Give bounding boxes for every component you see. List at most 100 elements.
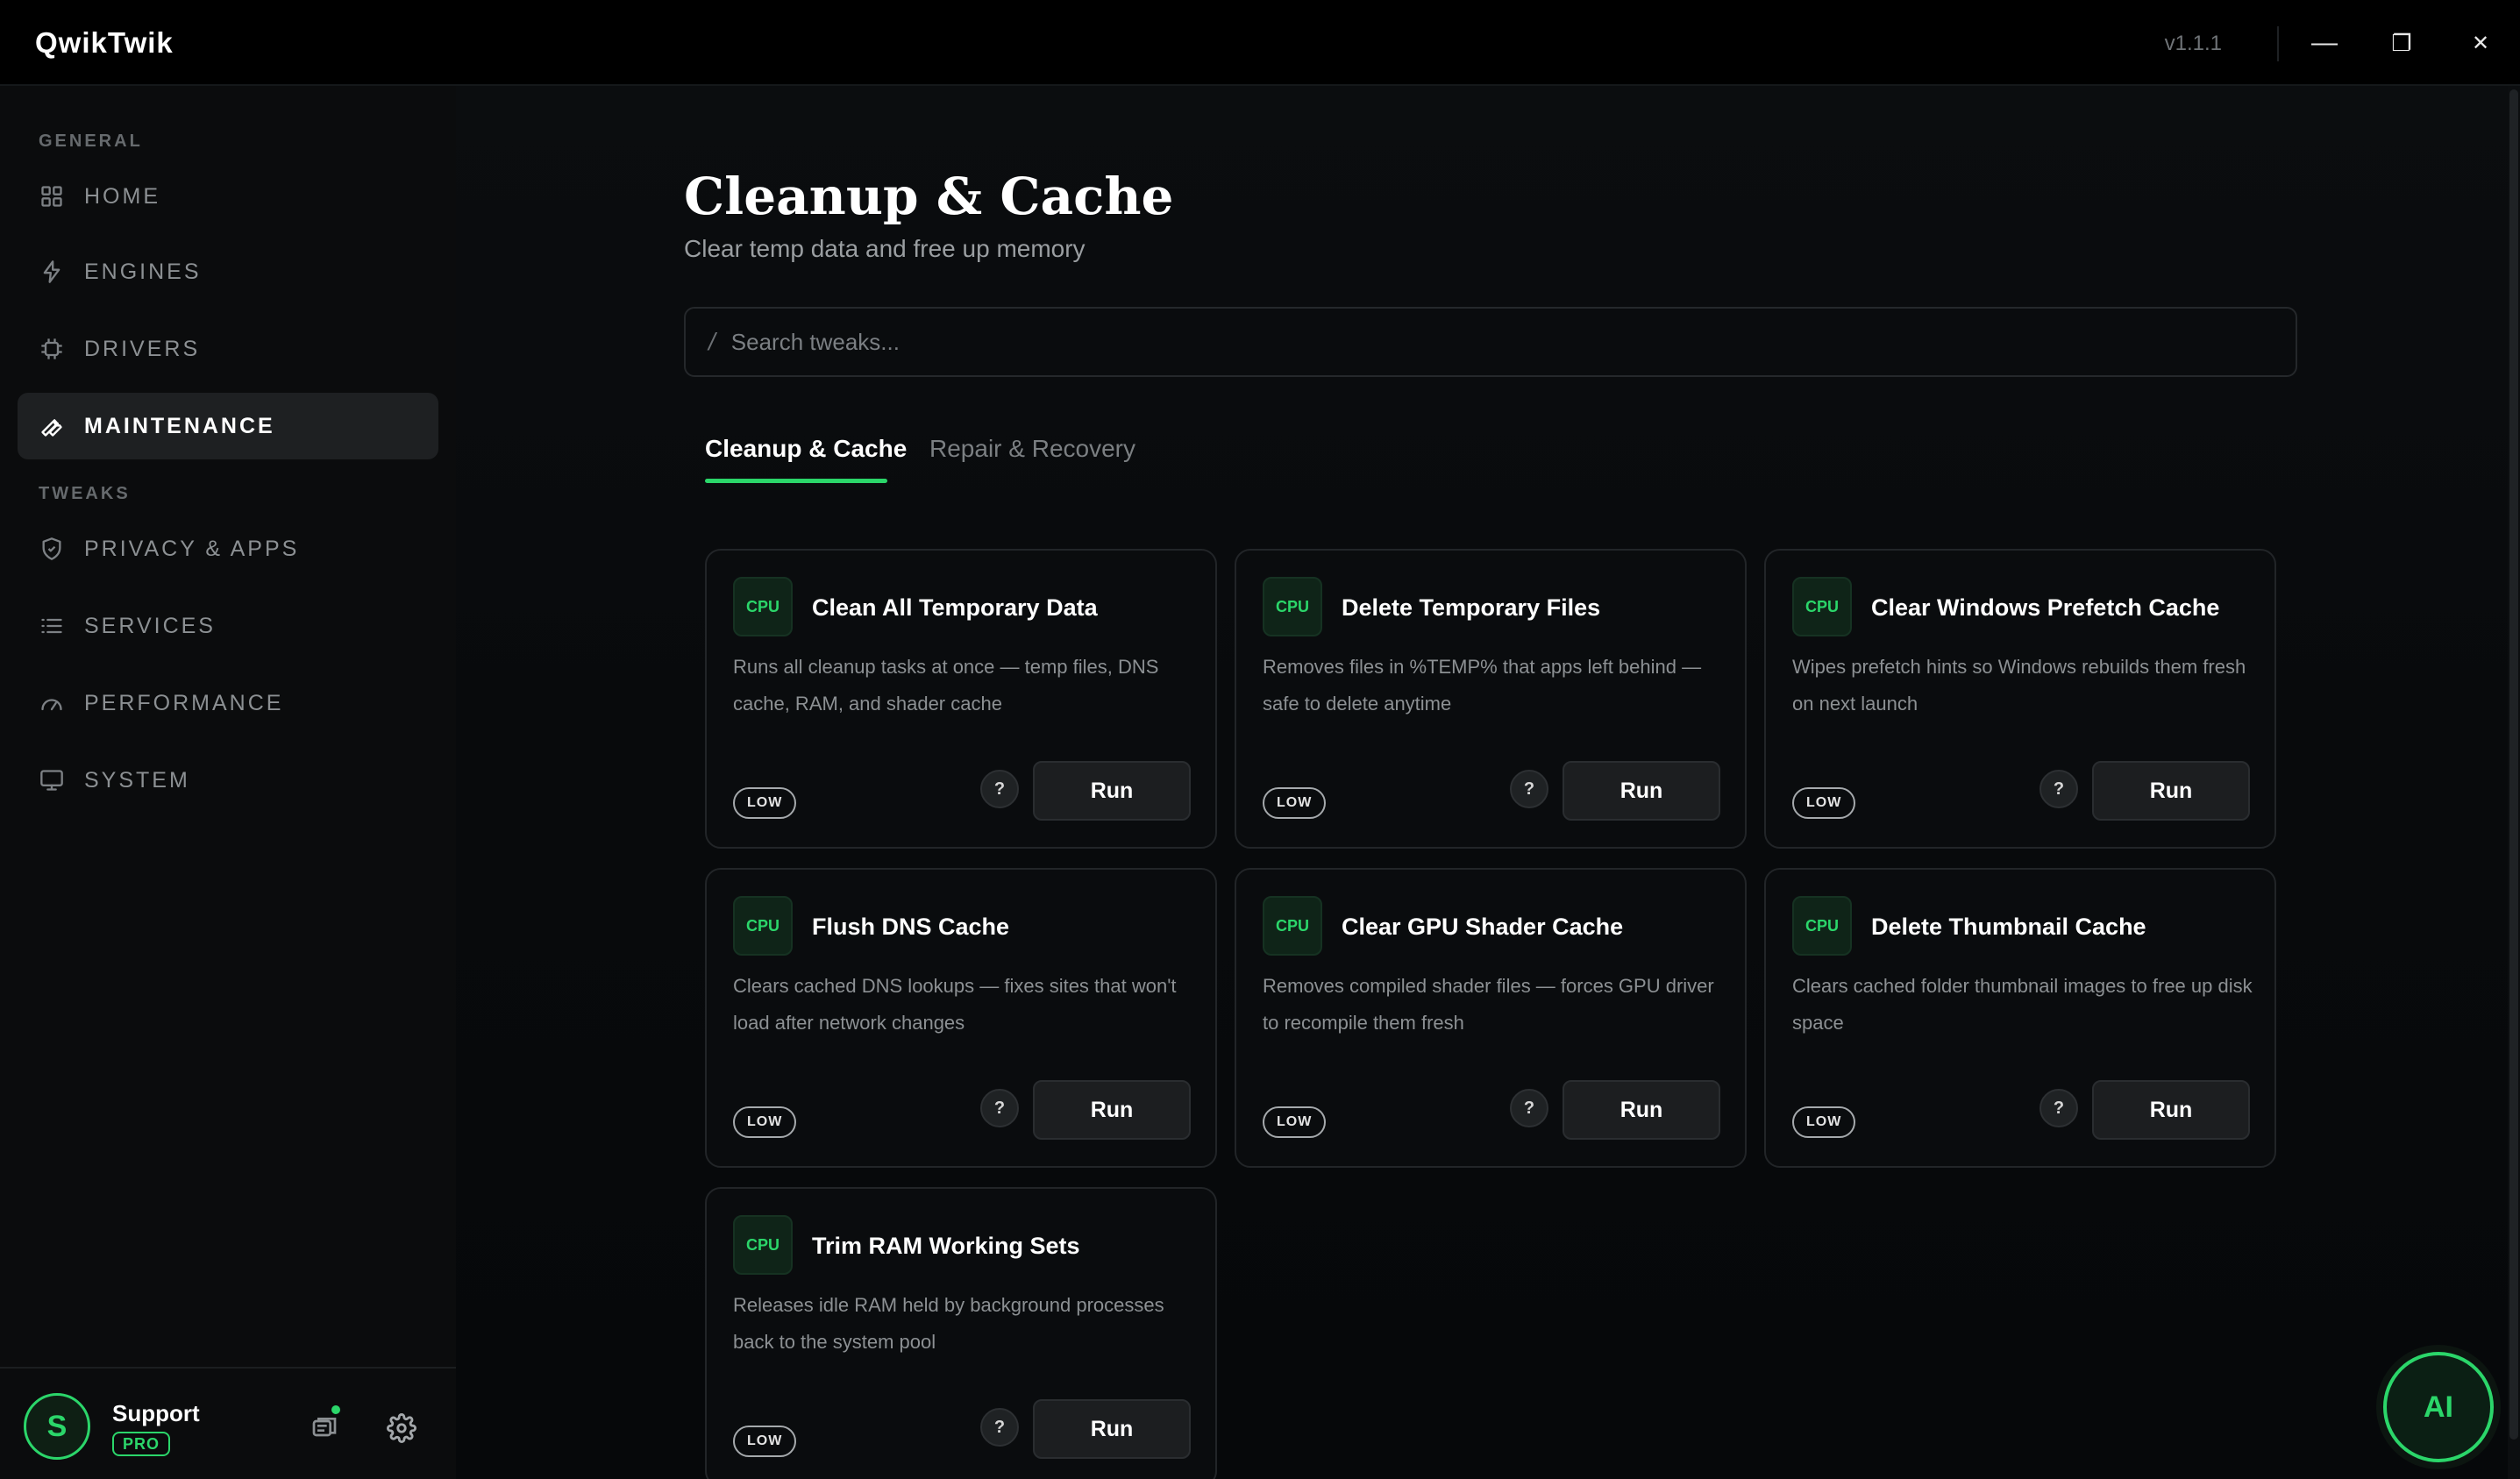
card-description: Wipes prefetch hints so Windows rebuilds…	[1792, 656, 2246, 715]
tweak-card-trim-ram-working-sets: CPU Trim RAM Working Sets Releases idle …	[705, 1187, 1217, 1479]
bolt-icon	[39, 259, 65, 285]
scrollbar-thumb[interactable]	[2509, 89, 2518, 1440]
list-icon	[39, 613, 65, 639]
run-button[interactable]: Run	[1033, 1399, 1191, 1459]
help-button[interactable]: ?	[980, 770, 1019, 808]
card-title: Trim RAM Working Sets	[812, 1233, 1080, 1259]
sidebar-item-services[interactable]: SERVICES	[18, 593, 438, 659]
run-button[interactable]: Run	[1033, 761, 1191, 821]
tweak-card-clear-gpu-shader-cache: CPU Clear GPU Shader Cache Removes compi…	[1235, 868, 1747, 1168]
card-description: Runs all cleanup tasks at once — temp fi…	[733, 656, 1159, 715]
minimize-button[interactable]: —	[2304, 23, 2345, 63]
sidebar-item-label: SYSTEM	[84, 767, 190, 793]
help-button[interactable]: ?	[1510, 770, 1548, 808]
page-subtitle: Clear temp data and free up memory	[684, 235, 1086, 262]
title-bar-divider	[2277, 26, 2279, 61]
risk-badge: LOW	[1792, 1106, 1856, 1138]
run-button[interactable]: Run	[1563, 1080, 1720, 1140]
notification-dot	[331, 1405, 340, 1414]
section-label-tweaks: TWEAKS	[39, 484, 131, 503]
cpu-badge: CPU	[1792, 577, 1852, 636]
settings-button[interactable]	[384, 1411, 419, 1446]
sidebar-item-label: ENGINES	[84, 259, 202, 284]
cpu-badge: CPU	[1263, 577, 1322, 636]
avatar[interactable]: S	[24, 1393, 90, 1460]
sidebar-item-label: DRIVERS	[84, 336, 201, 361]
plan-badge: PRO	[112, 1432, 171, 1456]
sidebar-item-performance[interactable]: PERFORMANCE	[18, 670, 438, 736]
search-shortcut-hint: /	[708, 328, 715, 355]
help-button[interactable]: ?	[1510, 1089, 1548, 1127]
cpu-badge: CPU	[733, 1215, 793, 1275]
ai-assistant-button[interactable]: AI	[2383, 1352, 2494, 1462]
tweak-card-delete-temporary-files: CPU Delete Temporary Files Removes files…	[1235, 549, 1747, 849]
tweak-card-clean-all-temporary-data: CPU Clean All Temporary Data Runs all cl…	[705, 549, 1217, 849]
shield-icon	[39, 536, 65, 562]
tweak-card-flush-dns-cache: CPU Flush DNS Cache Clears cached DNS lo…	[705, 868, 1217, 1168]
scrollbar[interactable]	[2508, 86, 2520, 1479]
search-box: /	[684, 307, 2297, 377]
sidebar-item-system[interactable]: SYSTEM	[18, 747, 438, 814]
sidebar-item-maintenance[interactable]: MAINTENANCE	[18, 393, 438, 459]
main-content: Cleanup & Cache Clear temp data and free…	[456, 86, 2520, 1479]
sidebar-item-engines[interactable]: ENGINES	[18, 238, 438, 305]
help-button[interactable]: ?	[2039, 1089, 2078, 1127]
run-button[interactable]: Run	[2092, 1080, 2250, 1140]
sidebar-footer: S Support PRO	[0, 1367, 456, 1479]
page-title: Cleanup & Cache	[684, 167, 1174, 226]
card-description: Removes files in %TEMP% that apps left b…	[1263, 656, 1702, 715]
maximize-button[interactable]: ❐	[2381, 23, 2422, 63]
sidebar-item-label: MAINTENANCE	[84, 413, 275, 438]
help-button[interactable]: ?	[980, 1408, 1019, 1447]
cpu-badge: CPU	[733, 896, 793, 956]
card-title: Delete Temporary Files	[1342, 594, 1601, 621]
grid-icon	[39, 183, 65, 210]
sidebar-item-label: PRIVACY & APPS	[84, 536, 300, 561]
search-input[interactable]	[729, 327, 2224, 357]
tab-repair-recovery[interactable]: Repair & Recovery	[929, 435, 1135, 463]
card-title: Clear Windows Prefetch Cache	[1871, 594, 2220, 621]
sidebar-item-label: HOME	[84, 183, 160, 209]
help-button[interactable]: ?	[980, 1089, 1019, 1127]
section-label-general: GENERAL	[39, 132, 143, 151]
active-tab-indicator	[705, 479, 887, 483]
notifications-button[interactable]	[307, 1405, 342, 1446]
user-name: Support	[112, 1400, 200, 1426]
card-description: Clears cached DNS lookups — fixes sites …	[733, 975, 1177, 1034]
wrench-icon	[39, 413, 65, 439]
risk-badge: LOW	[733, 1106, 797, 1138]
cpu-badge: CPU	[733, 577, 793, 636]
risk-badge: LOW	[1263, 787, 1327, 819]
cpu-badge: CPU	[1792, 896, 1852, 956]
sidebar-item-privacy-apps[interactable]: PRIVACY & APPS	[18, 516, 438, 582]
tab-cleanup-cache[interactable]: Cleanup & Cache	[705, 435, 907, 463]
sidebar-item-label: PERFORMANCE	[84, 690, 284, 715]
risk-badge: LOW	[1792, 787, 1856, 819]
sidebar-item-drivers[interactable]: DRIVERS	[18, 316, 438, 382]
chip-icon	[39, 336, 65, 362]
monitor-icon	[39, 767, 65, 793]
risk-badge: LOW	[733, 1426, 797, 1457]
card-description: Clears cached folder thumbnail images to…	[1792, 975, 2253, 1034]
tweak-card-delete-thumbnail-cache: CPU Delete Thumbnail Cache Clears cached…	[1764, 868, 2276, 1168]
gear-icon	[387, 1413, 416, 1443]
risk-badge: LOW	[1263, 1106, 1327, 1138]
app-title: QwikTwik	[35, 26, 174, 59]
help-button[interactable]: ?	[2039, 770, 2078, 808]
messages-icon	[312, 1418, 337, 1437]
close-button[interactable]: ✕	[2460, 23, 2501, 63]
run-button[interactable]: Run	[1563, 761, 1720, 821]
card-title: Flush DNS Cache	[812, 914, 1010, 940]
card-title: Clean All Temporary Data	[812, 594, 1098, 621]
tweak-card-clear-windows-prefetch-cache: CPU Clear Windows Prefetch Cache Wipes p…	[1764, 549, 2276, 849]
run-button[interactable]: Run	[1033, 1080, 1191, 1140]
gauge-icon	[39, 690, 65, 716]
title-bar: QwikTwik v1.1.1 — ❐ ✕	[0, 0, 2520, 86]
sidebar-item-home[interactable]: HOME	[18, 163, 438, 230]
sidebar-item-label: SERVICES	[84, 613, 216, 638]
card-title: Clear GPU Shader Cache	[1342, 914, 1624, 940]
card-title: Delete Thumbnail Cache	[1871, 914, 2146, 940]
card-description: Releases idle RAM held by background pro…	[733, 1294, 1164, 1353]
sidebar: GENERAL HOME ENGINES DRIVERS MAINTENANCE…	[0, 86, 456, 1479]
run-button[interactable]: Run	[2092, 761, 2250, 821]
